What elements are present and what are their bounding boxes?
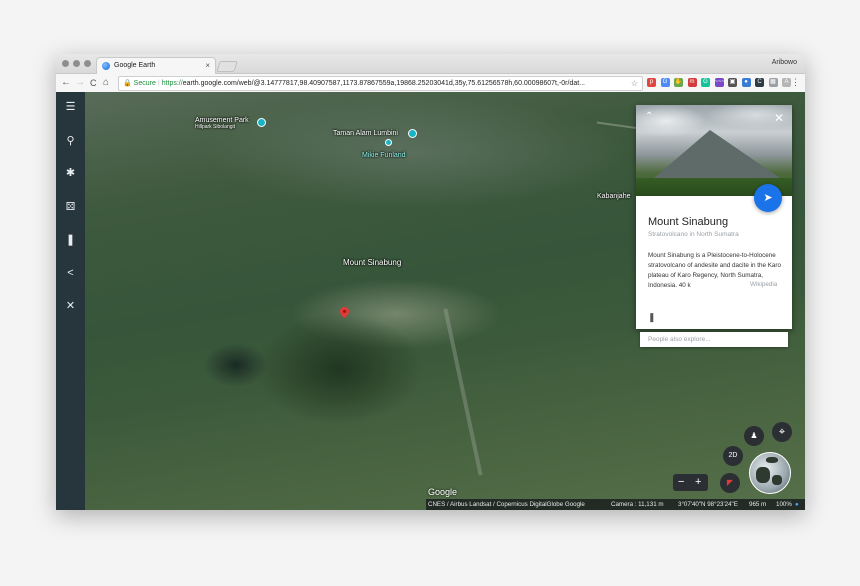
river-line xyxy=(443,308,483,476)
secure-label: Secure xyxy=(133,80,156,87)
search-icon[interactable]: ⚲ xyxy=(63,134,78,149)
close-card-icon[interactable]: ✕ xyxy=(774,111,784,125)
toggle-2d-button[interactable]: 2D xyxy=(723,446,743,466)
globe-overview[interactable] xyxy=(749,452,791,494)
forward-icon[interactable]: → xyxy=(75,77,85,89)
cursor-coordinates: 3°07'40"N 98°23'24"E xyxy=(678,501,738,508)
knowledge-card: ⌃ ✕ ➤ Mount Sinabung Stratovolcano in No… xyxy=(636,105,792,329)
minimize-window-button[interactable] xyxy=(73,60,80,67)
description-fade xyxy=(726,281,748,291)
measure-icon[interactable]: ✕ xyxy=(63,299,78,314)
c-ext-icon[interactable]: C xyxy=(755,78,764,87)
people-also-explore[interactable]: People also explore... xyxy=(640,332,788,347)
google-earth-favicon-icon xyxy=(102,62,110,70)
compass-icon[interactable]: ◤ xyxy=(720,473,740,493)
zoom-control: − + xyxy=(673,474,708,491)
m-ext-icon[interactable]: m xyxy=(687,78,697,87)
collapse-card-icon[interactable]: ⌃ xyxy=(645,111,653,122)
lock-icon: 🔒 xyxy=(123,80,132,87)
wikipedia-link[interactable]: Wikipedia xyxy=(750,281,777,288)
place-mikie-funland[interactable]: Mikie Funland xyxy=(362,152,406,159)
hand-ext-icon[interactable]: ✋ xyxy=(674,78,683,87)
location-pin-icon[interactable] xyxy=(340,307,349,318)
zoom-percent: 100% xyxy=(776,501,792,508)
pegman-icon[interactable]: ♟ xyxy=(744,426,764,446)
stack-ext-icon[interactable]: ▣ xyxy=(728,78,737,87)
globe-landmass xyxy=(772,475,782,485)
place-sublabel: Hillpark Sibolangit xyxy=(195,124,236,130)
imagery-attribution[interactable]: CNES / Airbus Landsat / Copernicus Digit… xyxy=(428,499,585,510)
random-dice-icon[interactable]: ⚄ xyxy=(63,200,78,215)
place-photo[interactable] xyxy=(636,105,792,196)
poi-marker-icon[interactable] xyxy=(257,118,266,127)
close-window-button[interactable] xyxy=(62,60,69,67)
new-tab-button[interactable] xyxy=(216,61,238,72)
browser-window: Google Earth × Aribowo ← → C ⌂ 🔒 Secure |… xyxy=(56,54,805,510)
browser-tab[interactable]: Google Earth × xyxy=(96,57,216,74)
menu-icon[interactable]: ☰ xyxy=(63,100,78,115)
place-amusement-park[interactable]: Amusement Park Hillpark Sibolangit xyxy=(195,117,249,130)
bookmark-icon[interactable]: ❚ xyxy=(63,233,78,248)
bookmark-star-icon[interactable]: ☆ xyxy=(631,77,638,90)
pocket-ext-icon[interactable]: p xyxy=(647,78,656,87)
title-bar: Google Earth × Aribowo xyxy=(56,54,805,74)
zoom-in-button[interactable]: + xyxy=(695,474,701,491)
card-subtitle: Stratovolcano in North Sumatra xyxy=(648,231,739,238)
tab-close-icon[interactable]: × xyxy=(205,61,210,70)
maximize-window-button[interactable] xyxy=(84,60,91,67)
wappalyzer-ext-icon[interactable]: ~~~ xyxy=(714,78,725,87)
left-toolbar: ☰ ⚲ ✱ ⚄ ❚ < ✕ xyxy=(56,92,85,510)
status-bar: CNES / Airbus Landsat / Copernicus Digit… xyxy=(426,499,805,510)
browser-menu-icon[interactable]: ⋮ xyxy=(791,77,800,88)
google-logo: Google xyxy=(428,487,458,497)
voyager-icon[interactable]: ✱ xyxy=(63,166,78,181)
dot-ext-icon[interactable]: ● xyxy=(741,78,751,87)
place-kabanjahe[interactable]: Kabanjahe xyxy=(597,193,630,200)
address-divider: | xyxy=(157,80,160,87)
zoom-out-button[interactable]: − xyxy=(678,474,684,491)
translate-ext-icon[interactable]: G xyxy=(660,78,670,87)
poi-marker-icon[interactable] xyxy=(408,129,417,138)
camera-altitude: Camera : 11,131 m xyxy=(611,501,664,508)
profile-name[interactable]: Aribowo xyxy=(772,59,797,66)
reload-icon[interactable]: C xyxy=(90,77,97,89)
place-taman-alam-lumbini[interactable]: Taman Alam Lumbini xyxy=(333,130,398,137)
a-ext-icon[interactable]: A xyxy=(782,78,791,87)
earth-viewport[interactable]: ☰ ⚲ ✱ ⚄ ❚ < ✕ Amusement Park Hillpark Sibolang… xyxy=(56,92,805,510)
place-mount-sinabung[interactable]: Mount Sinabung xyxy=(343,258,401,267)
grid-ext-icon[interactable]: ▦ xyxy=(768,78,778,87)
share-icon[interactable]: < xyxy=(63,266,78,281)
place-label: Amusement Park xyxy=(195,117,249,124)
address-bar[interactable]: 🔒 Secure | https://earth.google.com/web/@3… xyxy=(118,76,643,91)
fly-to-button[interactable]: ➤ xyxy=(754,184,782,212)
url-text: earth.google.com/web/@3.14777817,98.4090… xyxy=(182,80,586,87)
status-indicator-icon: ● xyxy=(795,501,799,508)
card-title: Mount Sinabung xyxy=(648,216,729,228)
my-location-icon[interactable]: ⌖ xyxy=(772,422,792,442)
tab-title: Google Earth xyxy=(114,62,156,69)
home-icon[interactable]: ⌂ xyxy=(103,77,109,89)
photo-volcano xyxy=(654,130,780,178)
url-scheme: https:// xyxy=(161,80,183,87)
globe-landmass xyxy=(766,457,778,463)
back-icon[interactable]: ← xyxy=(61,77,71,89)
elevation-readout: 965 m xyxy=(749,501,767,508)
browser-toolbar: ← → C ⌂ 🔒 Secure | https://earth.google.co… xyxy=(56,74,805,93)
poi-marker-icon[interactable] xyxy=(385,139,392,146)
grammarly-ext-icon[interactable]: G xyxy=(701,78,710,87)
bookmark-place-icon[interactable]: ❚ xyxy=(648,312,656,323)
globe-landmass xyxy=(756,467,770,483)
